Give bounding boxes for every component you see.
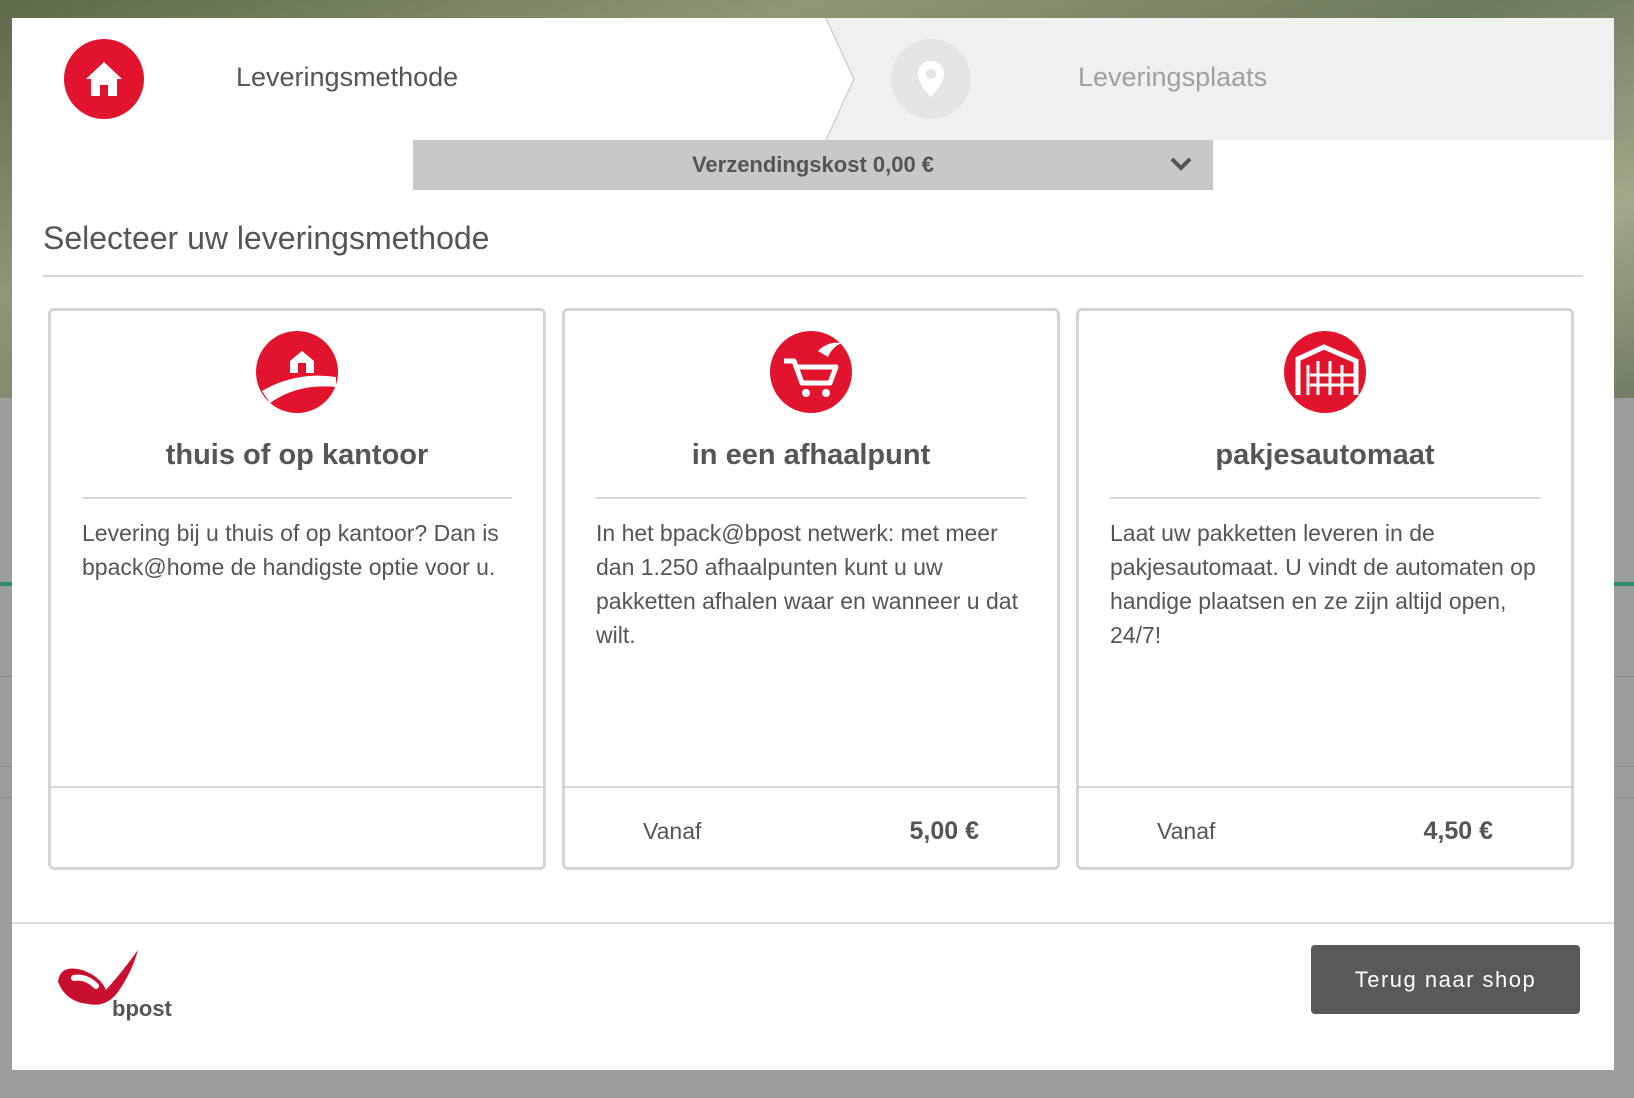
shipping-cost-toggle[interactable]: Verzendingskost 0,00 €: [413, 140, 1213, 190]
card-footer-divider: [51, 786, 543, 788]
bpost-logo-text: bpost: [112, 996, 173, 1021]
step-label-delivery-method: Leveringsmethode: [236, 62, 459, 92]
card-description: In het bpack@bpost netwerk: met meer dan…: [596, 520, 1018, 648]
delivery-option-pickup-point[interactable]: in een afhaalpunt In het bpack@bpost net…: [562, 308, 1060, 870]
step-label-delivery-location: Leveringsplaats: [1078, 62, 1268, 92]
page-title: Selecteer uw leveringsmethode: [43, 220, 490, 256]
parcel-locker-icon: [1284, 331, 1366, 413]
home-icon: [64, 39, 144, 119]
card-footer-divider: [1079, 786, 1571, 788]
shipping-cost-label: Verzendingskost 0,00 €: [691, 152, 935, 177]
price-from-label: Vanaf: [643, 818, 702, 844]
bpost-logo: bpost: [58, 950, 173, 1021]
price-from-label: Vanaf: [1157, 818, 1216, 844]
card-divider: [82, 497, 512, 499]
price-value: 4,50 €: [1423, 817, 1493, 845]
price-value: 5,00 €: [909, 817, 979, 845]
delivery-option-home[interactable]: thuis of op kantoor Levering bij u thuis…: [48, 308, 546, 870]
section-divider: [43, 275, 1583, 277]
chevron-down-icon: [1169, 152, 1193, 178]
delivery-option-parcel-locker[interactable]: pakjesautomaat Laat uw pakketten leveren…: [1076, 308, 1574, 870]
card-description: Laat uw pakketten leveren in de pakjesau…: [1110, 520, 1536, 648]
card-divider: [596, 497, 1026, 499]
delivery-modal: Leveringsmethode Leveringsplaats Verzend…: [12, 18, 1614, 1070]
house-delivery-icon: [256, 331, 338, 413]
footer-divider: [12, 922, 1614, 924]
step-arrow-divider: [825, 18, 855, 140]
shopping-cart-icon: [770, 331, 852, 413]
step-indicator: Leveringsmethode Leveringsplaats: [12, 18, 1614, 140]
step-delivery-location[interactable]: Leveringsplaats: [827, 18, 1614, 140]
card-title: thuis of op kantoor: [165, 439, 429, 471]
back-to-shop-button[interactable]: Terug naar shop: [1311, 945, 1580, 1014]
card-footer-divider: [565, 786, 1057, 788]
step-delivery-method[interactable]: Leveringsmethode: [12, 18, 842, 140]
location-pin-icon: [891, 39, 971, 119]
card-divider: [1110, 497, 1540, 499]
card-title: pakjesautomaat: [1215, 439, 1435, 471]
card-title: in een afhaalpunt: [691, 439, 931, 471]
card-description: Levering bij u thuis of op kantoor? Dan …: [82, 520, 499, 580]
